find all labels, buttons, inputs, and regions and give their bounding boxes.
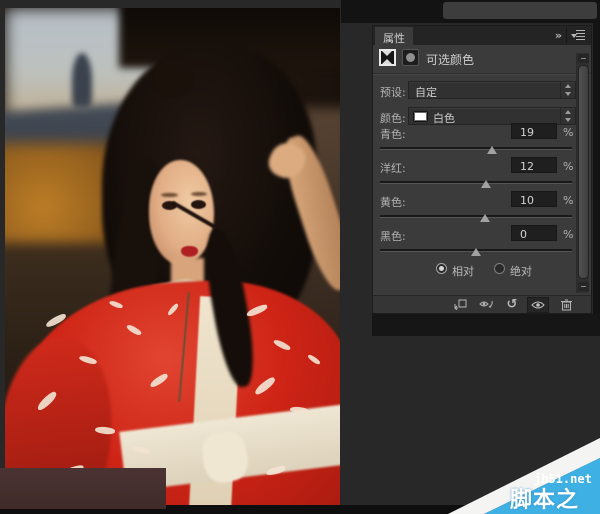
- cyan-slider-thumb[interactable]: [487, 146, 498, 154]
- black-label: 黑色:: [380, 230, 406, 243]
- color-label: 颜色:: [380, 112, 406, 125]
- yellow-label: 黄色:: [380, 196, 406, 209]
- adjustment-title-row: 可选颜色: [373, 46, 591, 72]
- panel-toolbar: ↺: [373, 295, 591, 313]
- delete-trash-icon[interactable]: [555, 297, 577, 313]
- photo-lips: [181, 245, 198, 257]
- up-down-arrows-icon[interactable]: [560, 108, 575, 124]
- adjustment-title: 可选颜色: [426, 53, 475, 67]
- canvas-dark-belowpanel: [372, 314, 600, 336]
- relative-label[interactable]: 相对: [452, 263, 474, 279]
- yellow-slider-thumb[interactable]: [479, 214, 490, 222]
- photoshop-workspace: jb51.net 脚本之家 属性 » 可选颜色 预设: 自定 颜色: 白色: [0, 0, 600, 514]
- relative-radio[interactable]: [436, 263, 447, 274]
- magenta-slider-track[interactable]: [380, 180, 572, 188]
- preset-dropdown[interactable]: 自定: [408, 81, 576, 99]
- visibility-eye-icon[interactable]: [527, 297, 549, 313]
- floating-bar[interactable]: [443, 2, 597, 19]
- watermark-brand: 脚本之家: [510, 488, 580, 513]
- preset-label: 预设:: [380, 86, 406, 99]
- properties-panel: 属性 » 可选颜色 预设: 自定 颜色: 白色 青色: 19 % 洋红: 12 …: [372, 25, 592, 314]
- view-previous-state-icon[interactable]: [475, 297, 497, 313]
- black-unit: %: [563, 228, 574, 241]
- cyan-label: 青色:: [380, 128, 406, 141]
- magenta-value-field[interactable]: 12: [511, 157, 557, 173]
- color-value: 白色: [433, 112, 455, 125]
- black-slider-thumb[interactable]: [471, 248, 481, 256]
- title-divider: [373, 73, 591, 74]
- panel-header: 属性 »: [373, 26, 591, 45]
- yellow-value-field[interactable]: 10: [511, 191, 557, 207]
- scroll-down-button[interactable]: [578, 282, 589, 291]
- collapse-panel-icon[interactable]: »: [555, 29, 562, 42]
- clip-to-layer-icon[interactable]: [449, 297, 471, 313]
- panel-menu-icon[interactable]: [571, 29, 587, 41]
- photo-right-eye: [190, 199, 206, 210]
- cyan-value-field[interactable]: 19: [511, 123, 557, 139]
- magenta-slider-thumb[interactable]: [481, 180, 492, 188]
- black-slider-track[interactable]: [380, 248, 572, 256]
- portrait-photo: [5, 8, 340, 507]
- photo-left-brow: [161, 192, 178, 198]
- reset-icon[interactable]: ↺: [501, 297, 523, 313]
- black-value-field[interactable]: 0: [511, 225, 557, 241]
- tab-properties[interactable]: 属性: [375, 27, 413, 45]
- layer-mask-icon[interactable]: [402, 49, 419, 66]
- preset-value: 自定: [415, 86, 437, 99]
- selective-color-icon[interactable]: [379, 49, 396, 66]
- color-swatch: [413, 111, 428, 122]
- up-down-arrows-icon[interactable]: [560, 82, 575, 98]
- watermark: jb51.net 脚本之家: [430, 425, 600, 514]
- yellow-slider-track[interactable]: [380, 214, 572, 222]
- photo-roof-finial: [72, 52, 93, 108]
- header-divider: [566, 28, 567, 43]
- canvas-dark-rightedge: [593, 0, 600, 336]
- cyan-unit: %: [563, 126, 574, 139]
- scrollbar-thumb[interactable]: [578, 65, 589, 279]
- yellow-unit: %: [563, 194, 574, 207]
- magenta-unit: %: [563, 160, 574, 173]
- cyan-slider-track[interactable]: [380, 146, 572, 154]
- magenta-label: 洋红:: [380, 162, 406, 175]
- redaction-box: [0, 468, 166, 509]
- absolute-radio[interactable]: [494, 263, 505, 274]
- scroll-up-button[interactable]: [578, 54, 589, 63]
- absolute-label[interactable]: 绝对: [510, 263, 532, 279]
- photo-hair-bun: [152, 57, 193, 98]
- panel-scrollbar: [576, 53, 589, 293]
